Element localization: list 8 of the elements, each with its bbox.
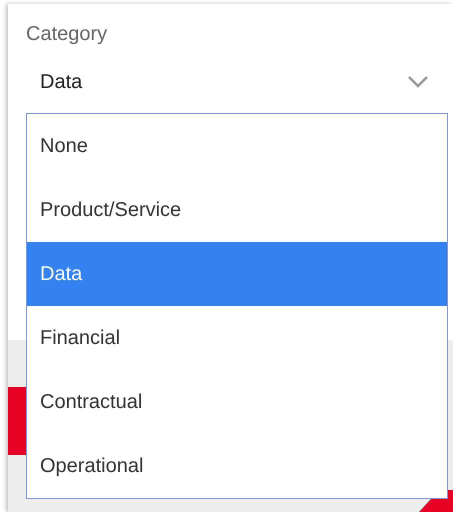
- chevron-down-icon: [407, 75, 429, 89]
- dropdown-option[interactable]: Data: [27, 242, 447, 306]
- dropdown-option[interactable]: Financial: [27, 306, 447, 370]
- dropdown-option[interactable]: Contractual: [27, 370, 447, 434]
- dropdown-option[interactable]: Operational: [27, 434, 447, 498]
- dropdown-option[interactable]: Product/Service: [27, 178, 447, 242]
- dropdown-option[interactable]: None: [27, 114, 447, 178]
- field-label: Category: [26, 22, 108, 46]
